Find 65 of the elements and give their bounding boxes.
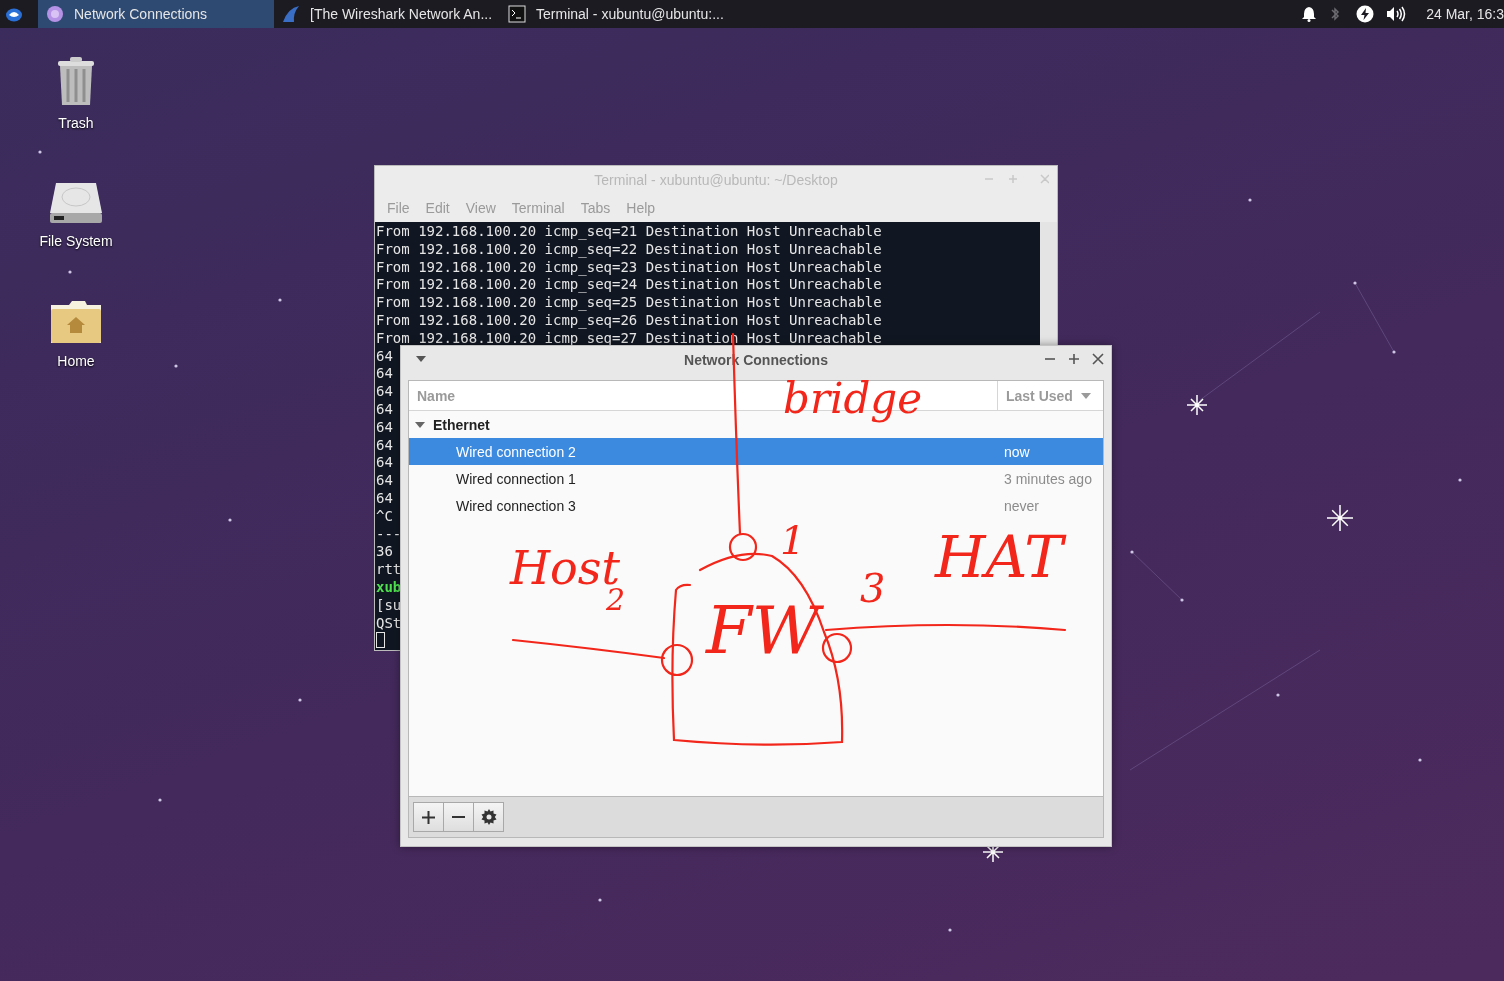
connection-name: Wired connection 1 bbox=[455, 470, 577, 487]
terminal-line: 64 bbox=[376, 418, 393, 435]
volume-icon[interactable] bbox=[1386, 6, 1407, 22]
add-button[interactable] bbox=[413, 802, 444, 832]
terminal-line: From 192.168.100.20 icmp_seq=21 Destination Host Unreachable bbox=[376, 223, 882, 239]
connection-row[interactable]: Wired connection 1 3 minutes ago bbox=[409, 465, 1103, 492]
connection-row[interactable]: Wired connection 2 now bbox=[409, 438, 1103, 465]
pen-circle bbox=[660, 643, 694, 677]
terminal-line: 64 bbox=[376, 454, 393, 471]
taskbar-button[interactable]: [The Wireshark Network An... bbox=[274, 0, 501, 28]
terminal-line: QSt bbox=[376, 614, 402, 631]
last-used-text: 3 minutes ago bbox=[1003, 470, 1093, 487]
prompt-text: xub bbox=[376, 578, 402, 595]
terminal-line: 64 bbox=[376, 347, 393, 364]
terminal-line: From 192.168.100.20 icmp_seq=26 Destination Host Unreachable bbox=[376, 312, 882, 328]
settings-button[interactable] bbox=[473, 802, 504, 832]
taskbar-button[interactable]: Network Connections bbox=[38, 0, 274, 28]
last-used-text: now bbox=[1003, 443, 1031, 460]
trash-icon bbox=[56, 55, 96, 107]
terminal-line: 64 bbox=[376, 472, 393, 489]
terminal-line: ^C bbox=[376, 507, 393, 524]
terminal-line: From 192.168.100.20 icmp_seq=23 Destination Host Unreachable bbox=[376, 258, 882, 275]
terminal-line: 64 bbox=[376, 365, 393, 382]
terminal-line: 64 bbox=[376, 400, 393, 417]
icon-label[interactable]: File System bbox=[39, 233, 113, 249]
terminal-line: 64 bbox=[376, 489, 393, 506]
group-label[interactable]: Ethernet bbox=[433, 416, 490, 433]
icon-label[interactable]: Trash bbox=[58, 115, 94, 131]
sort-caret-icon[interactable] bbox=[1080, 392, 1091, 399]
terminal-line: rtt bbox=[376, 561, 402, 578]
gear-icon bbox=[480, 809, 497, 825]
drive-icon bbox=[48, 181, 104, 225]
last-used-text: never bbox=[1003, 497, 1041, 514]
terminal-line: 64 bbox=[376, 436, 393, 453]
terminal-line: From 192.168.100.20 icmp_seq=22 Destination Host Unreachable bbox=[376, 240, 882, 257]
expanded-caret-icon[interactable] bbox=[415, 419, 425, 430]
terminal-line: From 192.168.100.20 icmp_seq=25 Destination Host Unreachable bbox=[376, 294, 882, 311]
home-folder-icon bbox=[49, 299, 103, 345]
minus-icon bbox=[452, 816, 465, 818]
window-menu-icon[interactable] bbox=[416, 356, 426, 362]
terminal-line: 64 bbox=[376, 383, 393, 400]
handwritten-label: 3 bbox=[860, 568, 886, 608]
connection-row[interactable]: Wired connection 3 never bbox=[409, 492, 1103, 519]
bell-icon[interactable] bbox=[1302, 6, 1317, 22]
maximize-icon[interactable] bbox=[1068, 353, 1080, 365]
scrollbar[interactable] bbox=[1040, 222, 1057, 346]
handwritten-label: 1 bbox=[780, 520, 806, 560]
globe-icon bbox=[46, 5, 64, 23]
remove-button[interactable] bbox=[443, 802, 474, 832]
pen-circle bbox=[728, 532, 758, 562]
terminal-line: From 192.168.100.20 icmp_seq=24 Destination Host Unreachable bbox=[376, 276, 882, 293]
icon-label[interactable]: Home bbox=[57, 353, 95, 369]
taskbar-button[interactable]: Terminal - xubuntu@ubuntu:... bbox=[500, 0, 732, 28]
connection-name: Wired connection 2 bbox=[455, 443, 577, 460]
lightning-icon[interactable] bbox=[1356, 5, 1375, 23]
fin-icon bbox=[282, 5, 300, 23]
terminal-line: --- bbox=[376, 525, 402, 542]
clock[interactable]: 24 Mar, 16:3 bbox=[1426, 6, 1504, 22]
connection-name: Wired connection 3 bbox=[455, 497, 577, 514]
terminal-line: 36 bbox=[376, 543, 393, 560]
close-icon[interactable] bbox=[1092, 353, 1104, 365]
mouse-logo-icon bbox=[5, 6, 23, 22]
plus-icon bbox=[422, 810, 435, 824]
terminal-icon bbox=[508, 5, 527, 23]
terminal-line: [su bbox=[376, 596, 402, 613]
